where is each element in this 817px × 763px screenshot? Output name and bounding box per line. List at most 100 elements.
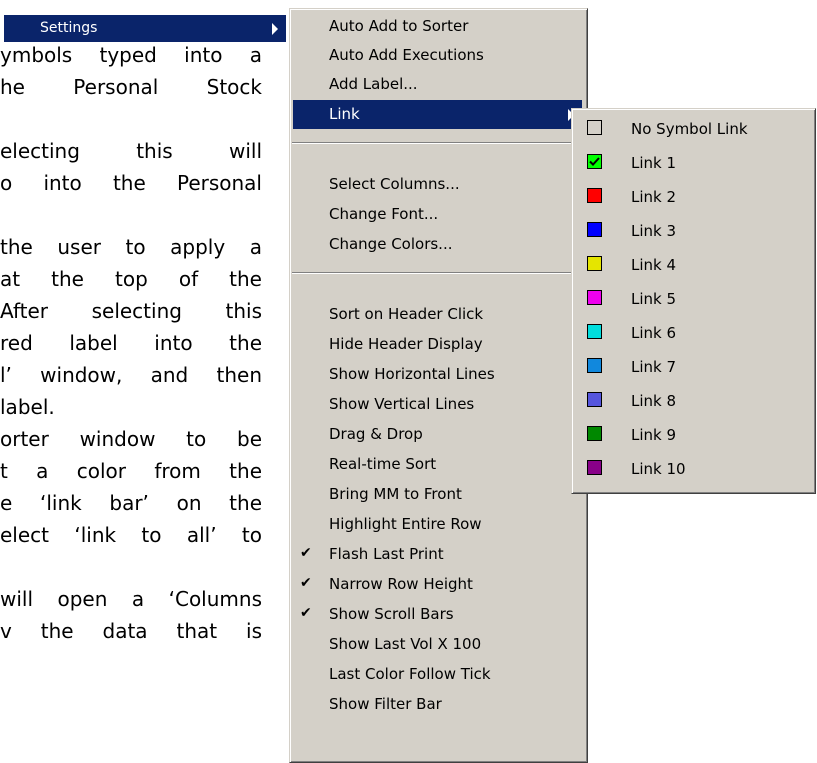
menu-item-label: Show Vertical Lines — [329, 395, 475, 413]
menu-item-label: Narrow Row Height — [329, 575, 473, 593]
color-swatch-icon — [587, 256, 602, 271]
document-line: the user to apply a — [0, 235, 262, 259]
link-menu-item[interactable]: Link 8 — [575, 387, 810, 416]
color-swatch-icon — [587, 188, 602, 203]
document-line: he Personal Stock — [0, 75, 262, 99]
color-swatch-icon — [587, 222, 602, 237]
settings-menu-item[interactable]: ✔ Flash Last Print — [293, 540, 582, 569]
menu-item-label: Link 1 — [631, 154, 677, 172]
settings-menu-item[interactable]: Bring MM to Front — [293, 480, 582, 509]
menu-item-label: Link 8 — [631, 392, 677, 410]
document-line: elect ‘link to all’ to — [0, 523, 262, 547]
menu-item-label: Link 5 — [631, 290, 677, 308]
link-menu-item[interactable]: Link 3 — [575, 217, 810, 246]
settings-menu-item[interactable]: Link — [293, 100, 582, 129]
settings-menu-item[interactable]: Auto Add Executions — [293, 41, 582, 70]
document-line: orter window to be — [0, 427, 262, 451]
settings-menu-item[interactable]: Show Filter Bar — [293, 690, 582, 719]
menu-item-label: Change Font... — [329, 205, 439, 223]
menu-item-label: Show Last Vol X 100 — [329, 635, 482, 653]
menu-item-label: Link — [329, 105, 360, 123]
document-line: label. — [0, 395, 55, 419]
settings-menu-item[interactable]: ✔ Narrow Row Height — [293, 570, 582, 599]
menu-item-label: Link 2 — [631, 188, 677, 206]
menu-item-label: Link 4 — [631, 256, 677, 274]
settings-menu-item[interactable]: Show Vertical Lines — [293, 390, 582, 419]
settings-menu-item[interactable]: Show Last Vol X 100 — [293, 630, 582, 659]
menu-item-label: Bring MM to Front — [329, 485, 462, 503]
settings-menu-item[interactable]: Last Color Follow Tick — [293, 660, 582, 689]
document-line: electing this will — [0, 139, 262, 163]
color-swatch-icon — [587, 358, 602, 373]
menu-item-label: Hide Header Display — [329, 335, 483, 353]
menu-item-label: Select Columns... — [329, 175, 460, 193]
document-line: t a color from the — [0, 459, 262, 483]
color-swatch-icon — [587, 120, 602, 135]
color-swatch-icon — [587, 324, 602, 339]
menu-item-label: Drag & Drop — [329, 425, 423, 443]
menu-item-label: Real-time Sort — [329, 455, 437, 473]
link-submenu: No Symbol Link Link 1 Link 2 Link 3 Link 4 Li… — [571, 108, 816, 494]
checkmark-icon: ✔ — [300, 575, 312, 591]
settings-menu-item[interactable]: Change Font... — [293, 200, 582, 229]
document-line: l’ window, and then — [0, 363, 262, 387]
menu-item-label: Add Label... — [329, 75, 418, 93]
settings-menu-item[interactable]: Sort on Header Click — [293, 300, 582, 329]
settings-menu-item[interactable]: ✔ Show Scroll Bars — [293, 600, 582, 629]
settings-menu-item[interactable]: Select Columns... — [293, 170, 582, 199]
menu-item-label: Link 9 — [631, 426, 677, 444]
document-line: v the data that is — [0, 619, 262, 643]
menu-item-label: Auto Add Executions — [329, 46, 484, 64]
menu-item-label: Show Filter Bar — [329, 695, 442, 713]
menu-item-label: Last Color Follow Tick — [329, 665, 491, 683]
document-line: ymbols typed into a — [0, 43, 262, 67]
menu-item-label: Sort on Header Click — [329, 305, 484, 323]
settings-menu-item[interactable]: Add Label... — [293, 70, 582, 99]
settings-menu-item[interactable]: Real-time Sort — [293, 450, 582, 479]
checkmark-icon: ✔ — [300, 605, 312, 621]
settings-menu-item[interactable]: Change Colors... — [293, 230, 582, 259]
link-menu-item[interactable]: Link 2 — [575, 183, 810, 212]
menu-item-label: Link 3 — [631, 222, 677, 240]
settings-menu-item[interactable]: Auto Add to Sorter — [293, 12, 582, 41]
color-swatch-icon — [587, 460, 602, 475]
settings-menu-item[interactable]: Show Horizontal Lines — [293, 360, 582, 389]
menu-separator — [292, 142, 585, 144]
menu-item-label: No Symbol Link — [631, 120, 748, 138]
link-menu-item[interactable]: Link 1 — [575, 149, 810, 178]
checked-swatch-icon — [587, 154, 602, 169]
menu-item-label: Show Scroll Bars — [329, 605, 454, 623]
menu-item-label: Highlight Entire Row — [329, 515, 482, 533]
document-line: e ‘link bar’ on the — [0, 491, 262, 515]
color-swatch-icon — [587, 426, 602, 441]
menu-item-label: Link 10 — [631, 460, 686, 478]
menu-item-label: Link 7 — [631, 358, 677, 376]
menu-item-label: Flash Last Print — [329, 545, 444, 563]
settings-menu-item[interactable]: Hide Header Display — [293, 330, 582, 359]
menu-separator — [292, 272, 585, 274]
submenu-arrow-icon — [272, 23, 278, 35]
settings-label: Settings — [40, 20, 98, 36]
link-menu-item[interactable]: Link 4 — [575, 251, 810, 280]
settings-menu-item[interactable]: Settings — [4, 15, 286, 42]
settings-submenu: Auto Add to Sorter Auto Add Executions Add… — [289, 8, 588, 763]
document-line: red label into the — [0, 331, 262, 355]
link-menu-item[interactable]: Link 6 — [575, 319, 810, 348]
link-menu-item[interactable]: No Symbol Link — [575, 115, 810, 144]
color-swatch-icon — [587, 290, 602, 305]
document-line: o into the Personal — [0, 171, 262, 195]
link-menu-item[interactable]: Link 5 — [575, 285, 810, 314]
settings-menu-item[interactable]: Drag & Drop — [293, 420, 582, 449]
document-line: at the top of the — [0, 267, 262, 291]
link-menu-item[interactable]: Link 10 — [575, 455, 810, 484]
link-menu-item[interactable]: Link 9 — [575, 421, 810, 450]
menu-item-label: Show Horizontal Lines — [329, 365, 495, 383]
document-line: will open a ‘Columns — [0, 587, 262, 611]
link-menu-item[interactable]: Link 7 — [575, 353, 810, 382]
checkmark-icon: ✔ — [300, 545, 312, 561]
settings-menu-item[interactable]: Highlight Entire Row — [293, 510, 582, 539]
menu-item-label: Auto Add to Sorter — [329, 17, 469, 35]
